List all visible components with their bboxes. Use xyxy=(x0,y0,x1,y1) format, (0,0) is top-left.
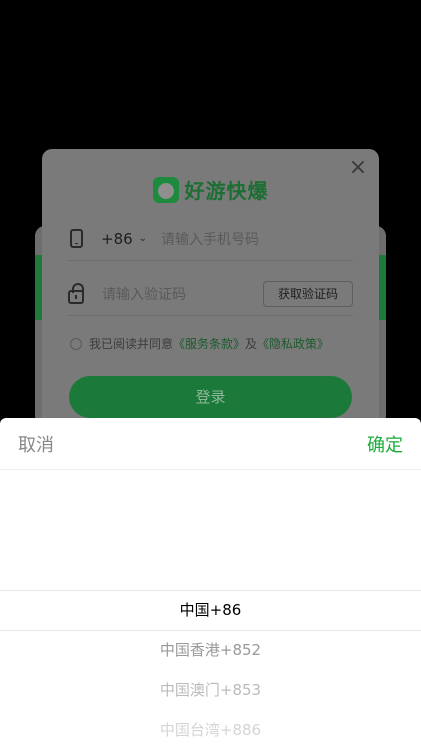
logo-text: 好游快爆 xyxy=(184,179,269,203)
login-button[interactable]: 登录 xyxy=(69,376,352,418)
agree-and-text: 及 xyxy=(245,337,258,351)
confirm-button[interactable]: 确定 xyxy=(367,431,403,457)
login-modal: × 好游快爆 +86 ⌄ 请输入手机号码 请输入验证码 获取验证码 我已阅读并同… xyxy=(42,149,379,439)
picker-option[interactable]: 中国香港+852 xyxy=(0,639,421,660)
get-code-button[interactable]: 获取验证码 xyxy=(262,281,353,307)
agree-checkbox[interactable] xyxy=(70,337,82,350)
country-code-picker: 取消 确定 中国+86 中国香港+852 中国澳门+853 中国台湾+886 xyxy=(0,418,421,750)
code-field-row: 请输入验证码 获取验证码 xyxy=(68,272,353,316)
logo: 好游快爆 xyxy=(42,175,379,204)
privacy-link[interactable]: 《隐私政策》 xyxy=(257,335,329,352)
agreement-row: 我已阅读并同意 《服务条款》 及 《隐私政策》 xyxy=(70,335,329,352)
chevron-down-icon[interactable]: ⌄ xyxy=(139,233,147,244)
picker-option[interactable]: 中国台湾+886 xyxy=(0,719,421,740)
selection-line-bottom xyxy=(0,630,421,631)
phone-input[interactable]: 请输入手机号码 xyxy=(161,229,259,249)
country-code-selector[interactable]: +86 xyxy=(101,230,133,248)
agree-prefix-text: 我已阅读并同意 xyxy=(89,337,174,351)
selection-line-top xyxy=(0,590,421,591)
app-logo-icon xyxy=(152,176,179,203)
lock-icon xyxy=(68,282,84,304)
verification-code-input[interactable]: 请输入验证码 xyxy=(102,284,186,304)
cancel-button[interactable]: 取消 xyxy=(18,431,54,457)
picker-option[interactable]: 中国澳门+853 xyxy=(0,679,421,700)
phone-field-row: +86 ⌄ 请输入手机号码 xyxy=(68,217,353,261)
picker-option[interactable]: 中国+86 xyxy=(0,599,421,620)
picker-header: 取消 确定 xyxy=(0,418,421,470)
terms-link[interactable]: 《服务条款》 xyxy=(173,335,245,352)
picker-wheel[interactable]: 中国+86 中国香港+852 中国澳门+853 中国台湾+886 xyxy=(0,470,421,750)
phone-icon xyxy=(70,229,83,248)
